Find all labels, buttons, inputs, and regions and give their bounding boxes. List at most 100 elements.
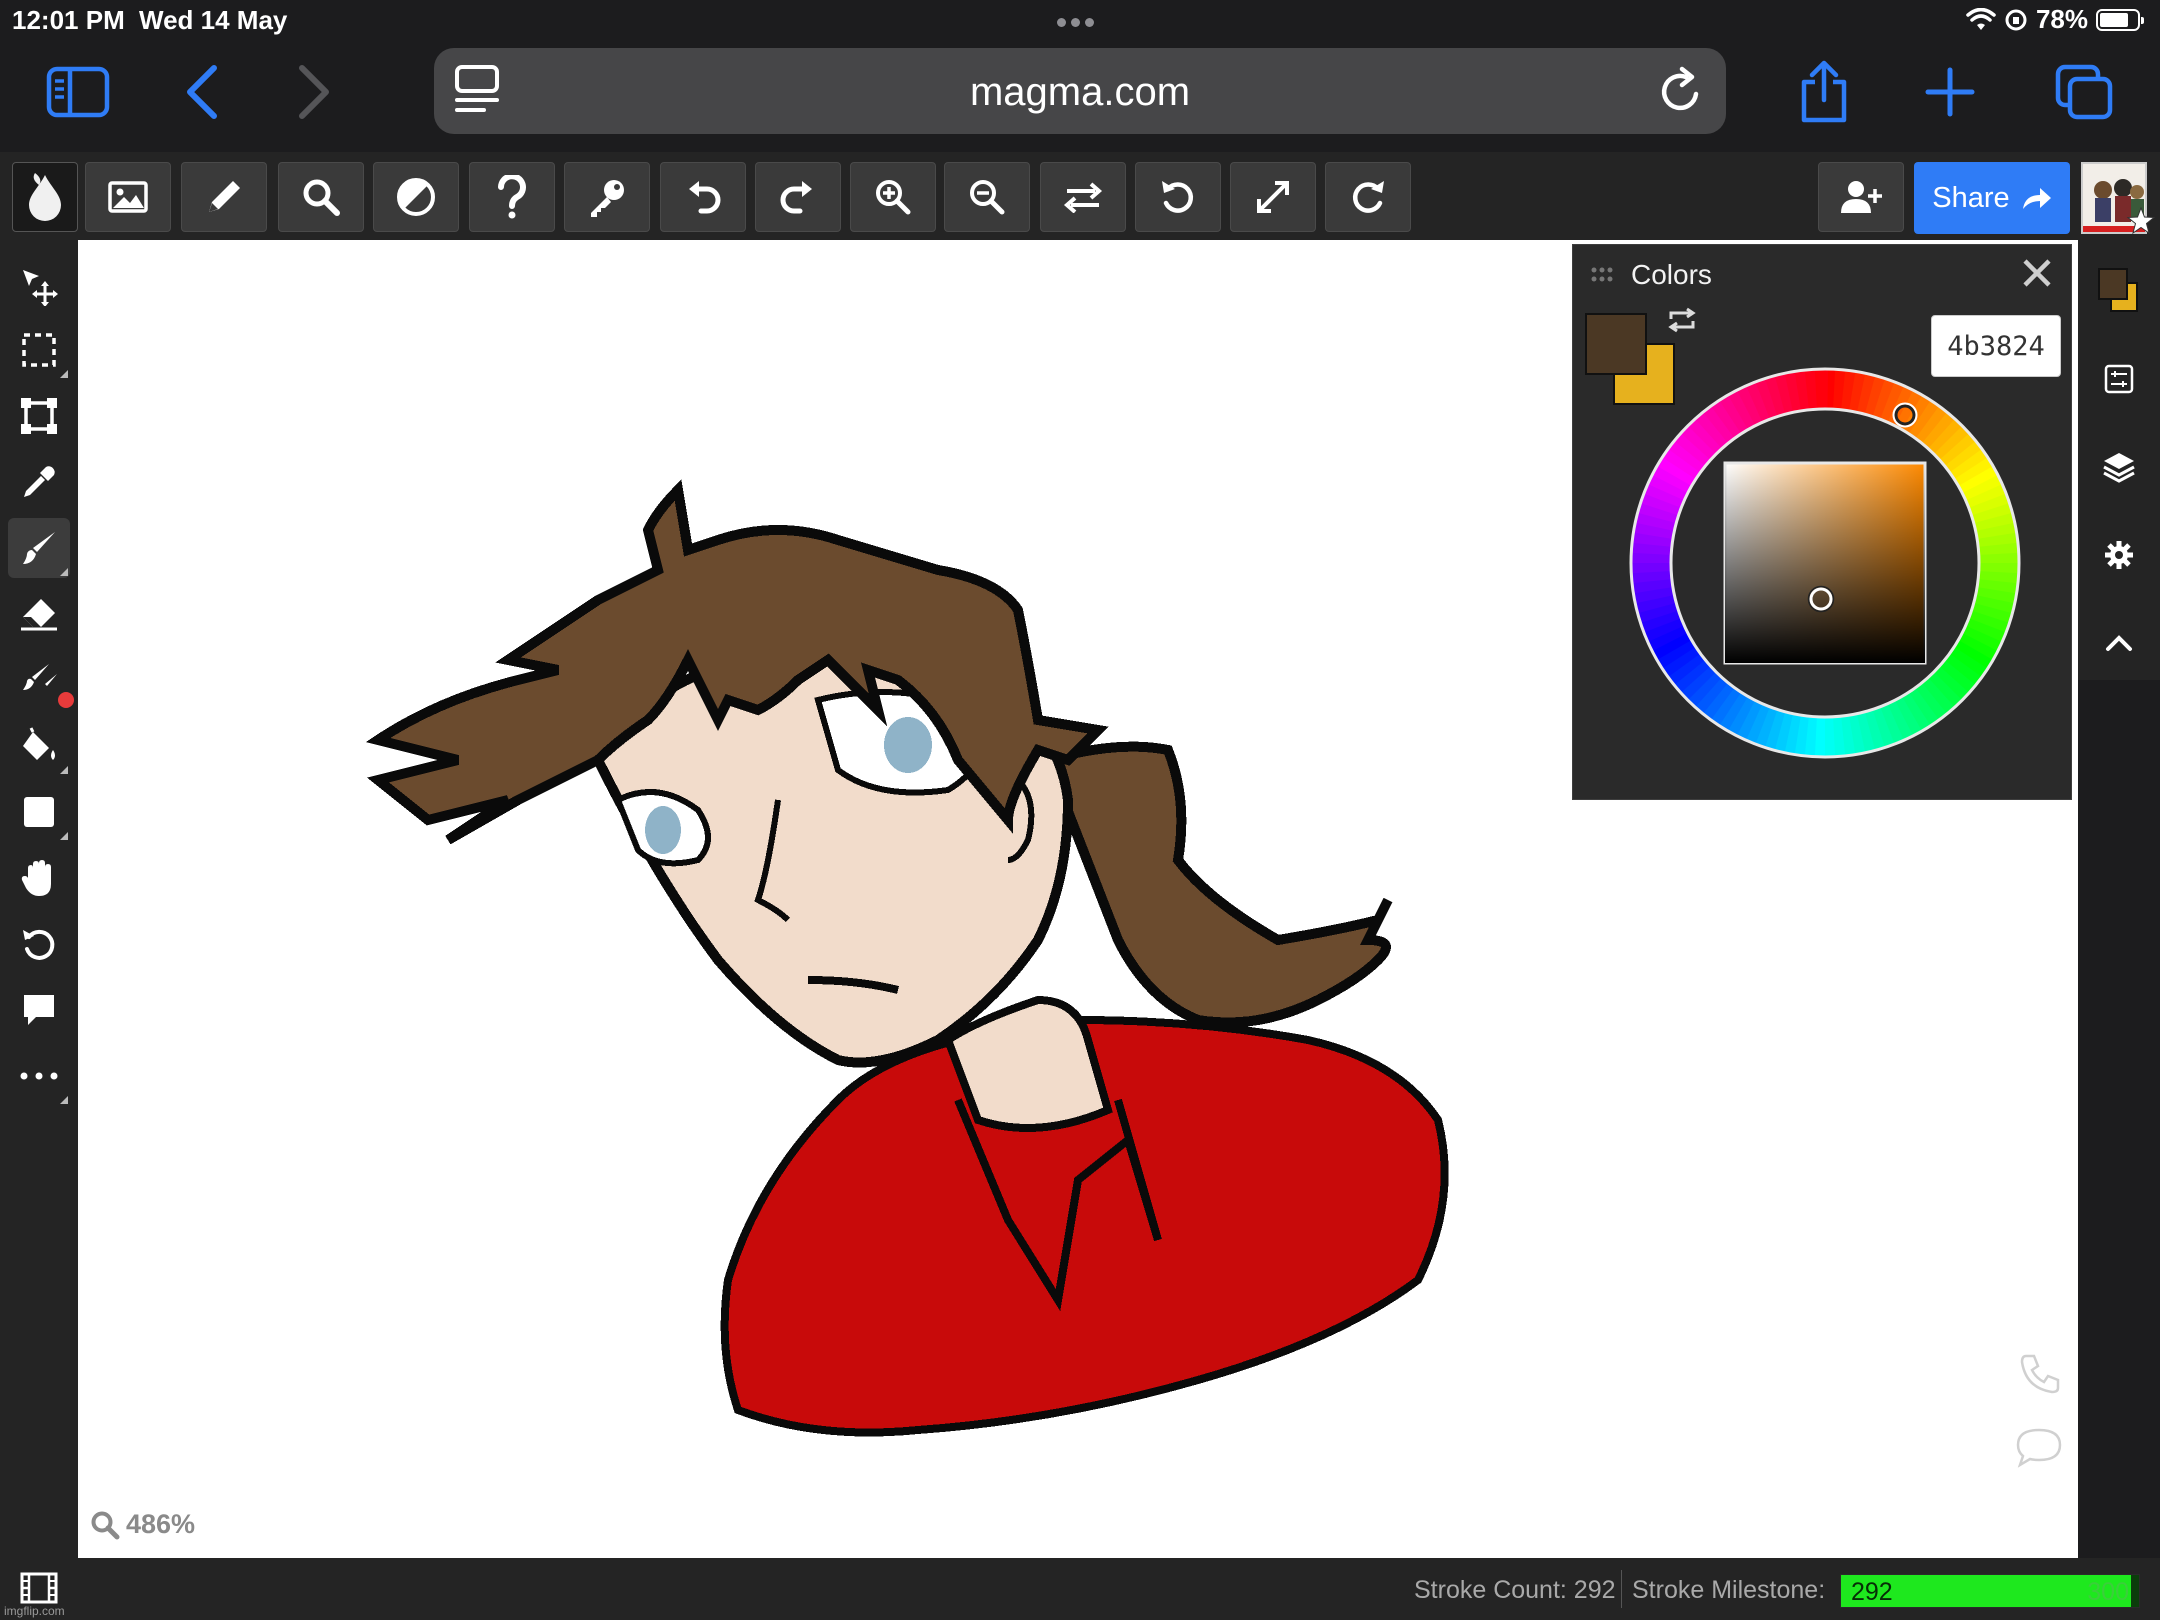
forward-chevron-icon[interactable] — [278, 56, 350, 128]
zoom-indicator[interactable]: 486% — [90, 1509, 195, 1540]
address-bar[interactable]: magma.com — [434, 48, 1726, 134]
speech-bubble-icon — [24, 995, 54, 1025]
color-wheel[interactable] — [1627, 365, 2023, 761]
pencil-tool-button[interactable] — [181, 162, 267, 232]
battery-percent: 78% — [2035, 4, 2088, 34]
colors-panel-title: Colors — [1631, 259, 1712, 290]
status-date: Wed 14 May — [139, 5, 288, 35]
new-tab-plus-icon[interactable] — [1914, 56, 1986, 128]
browser-toolbar: magma.com — [0, 40, 2160, 152]
reload-icon[interactable] — [1658, 66, 1704, 121]
footer-divider — [1621, 1570, 1622, 1608]
stroke-milestone-label: Stroke Milestone: — [1632, 1576, 1826, 1604]
active-indicator-dot — [58, 692, 74, 708]
app-toolbar: Share — [0, 152, 2160, 240]
search-icon — [303, 179, 340, 216]
favorite-star-icon[interactable] — [2126, 206, 2156, 236]
shape-tool[interactable] — [8, 782, 70, 842]
watermark: imgflip.com — [4, 1604, 65, 1618]
zoom-search-icon — [91, 1511, 120, 1539]
comment-tool[interactable] — [8, 980, 70, 1040]
adjustments-icon — [2104, 364, 2134, 394]
image-tool-button[interactable] — [85, 162, 171, 232]
eraser-icon — [21, 599, 57, 631]
rotate-icon — [23, 929, 55, 960]
adjustments-panel-toggle[interactable] — [2078, 344, 2160, 414]
battery-icon — [2096, 8, 2144, 31]
status-right: 78% — [1966, 4, 2144, 35]
key-button[interactable] — [564, 162, 650, 232]
move-arrow-icon — [23, 270, 58, 306]
layers-panel-toggle[interactable] — [2078, 432, 2160, 502]
color-swatch-icon — [2098, 268, 2138, 312]
status-footer: imgflip.com Stroke Count: 292 Stroke Mil… — [0, 1558, 2160, 1620]
artwork-iris-right — [884, 717, 932, 773]
square-shape-icon — [24, 797, 54, 827]
rotate-right-button[interactable] — [1325, 162, 1411, 232]
eraser-tool[interactable] — [8, 584, 70, 644]
status-time: 12:01 PM — [12, 5, 125, 35]
gear-icon — [2105, 541, 2133, 569]
contrast-icon — [397, 178, 435, 216]
multitasking-dots-icon[interactable] — [1057, 14, 1099, 32]
chat-bubble-icon[interactable] — [2014, 1426, 2064, 1468]
share-sheet-icon[interactable] — [1788, 56, 1860, 128]
colors-panel: Colors 4b3824 — [1572, 244, 2072, 800]
hand-icon — [21, 860, 51, 896]
zoom-out-button[interactable] — [944, 162, 1030, 232]
image-icon — [108, 181, 148, 213]
wifi-icon — [1966, 7, 1996, 30]
zoom-level: 486% — [126, 1509, 196, 1539]
swap-colors-icon[interactable] — [1667, 307, 1697, 333]
undo-button[interactable] — [660, 162, 746, 232]
swap-arrows-icon — [1063, 182, 1103, 213]
rotate-right-icon — [1352, 181, 1384, 213]
stroke-milestone-progress: 292 300 — [1840, 1574, 2140, 1608]
share-button[interactable]: Share — [1914, 162, 2070, 234]
smudge-tool[interactable] — [8, 650, 74, 710]
brush-tool[interactable] — [8, 518, 70, 578]
eyedropper-tool[interactable] — [8, 452, 70, 512]
sidebar-toggle-icon[interactable] — [42, 56, 114, 128]
settings-panel-toggle[interactable] — [2078, 520, 2160, 590]
rotate-view-tool[interactable] — [8, 914, 70, 974]
move-tool[interactable] — [8, 256, 70, 316]
invite-user-button[interactable] — [1818, 162, 1904, 232]
zoom-in-icon — [876, 180, 911, 215]
search-tool-button[interactable] — [278, 162, 364, 232]
color-swatches-toggle[interactable] — [2078, 250, 2160, 330]
pan-tool[interactable] — [8, 848, 70, 908]
pencil-icon — [209, 181, 240, 212]
voice-call-icon[interactable] — [2016, 1350, 2064, 1398]
selection-tool[interactable] — [8, 320, 70, 380]
rotate-left-icon — [1162, 181, 1194, 213]
redo-button[interactable] — [755, 162, 841, 232]
contrast-tool-button[interactable] — [373, 162, 459, 232]
status-bar: 12:01 PM Wed 14 May 78% — [0, 0, 2160, 40]
flip-button[interactable] — [1040, 162, 1126, 232]
help-button[interactable] — [469, 162, 555, 232]
back-chevron-icon[interactable] — [166, 56, 238, 128]
share-arrow-icon — [2022, 188, 2051, 209]
artwork-ponytail — [1041, 741, 1393, 1028]
right-panel-rail — [2078, 240, 2160, 680]
collapse-panels-button[interactable] — [2078, 608, 2160, 678]
transform-tool[interactable] — [8, 386, 70, 446]
zoom-in-button[interactable] — [850, 162, 936, 232]
chevron-up-icon — [2106, 635, 2132, 651]
tabs-overview-icon[interactable] — [2048, 56, 2120, 128]
more-dots-icon — [20, 1072, 58, 1080]
fill-tool[interactable] — [8, 716, 70, 776]
drag-handle-icon[interactable] — [1591, 267, 1613, 283]
magma-logo-icon[interactable] — [12, 162, 78, 232]
more-tools[interactable] — [8, 1046, 70, 1106]
url-text: magma.com — [969, 70, 1191, 114]
undo-icon — [689, 181, 721, 214]
orientation-lock-icon — [2005, 9, 2027, 30]
rotate-left-button[interactable] — [1135, 162, 1221, 232]
share-label: Share — [1932, 181, 2010, 214]
close-icon[interactable] — [2019, 255, 2055, 291]
film-strip-icon[interactable] — [20, 1572, 58, 1604]
fullscreen-button[interactable] — [1230, 162, 1316, 232]
key-icon — [591, 180, 624, 217]
